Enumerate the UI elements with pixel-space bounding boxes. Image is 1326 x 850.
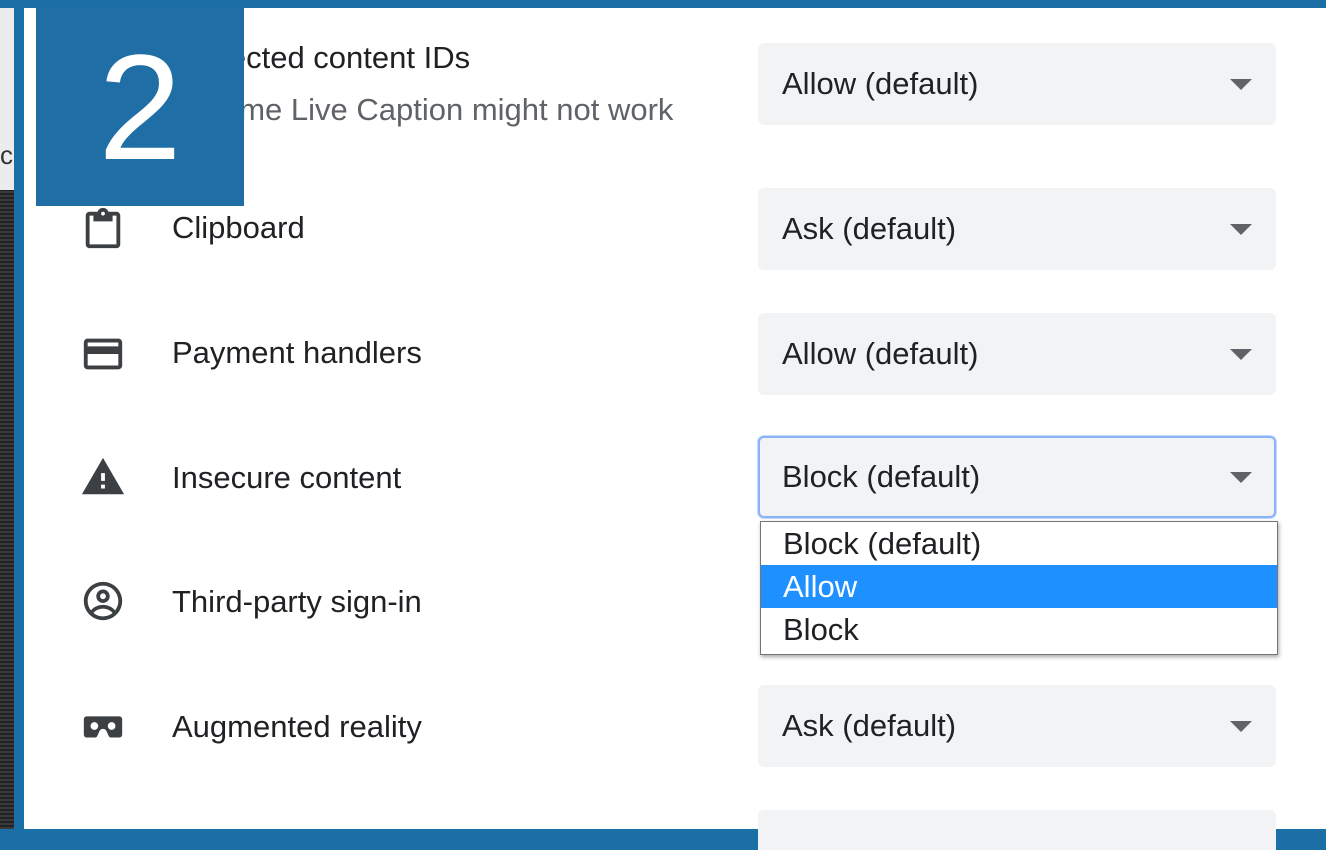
payment-card-icon [80, 331, 126, 377]
setting-row-insecure-content: Insecure content Block (default) [24, 436, 1326, 518]
setting-row-payment-handlers: Payment handlers Allow (default) [24, 313, 1326, 395]
setting-label: Payment handlers [172, 335, 422, 370]
dropdown-arrow-icon [1230, 224, 1252, 235]
background-text-fragment: c [0, 140, 13, 170]
background-window-strip: c [0, 8, 14, 190]
next-setting-select[interactable] [758, 810, 1276, 850]
setting-row-augmented-reality: Augmented reality Ask (default) [24, 685, 1326, 767]
select-value: Allow (default) [782, 336, 979, 371]
setting-label: Augmented reality [172, 709, 422, 744]
setting-sublabel: Chrome Live Caption might not work [172, 92, 674, 127]
select-value: Allow (default) [782, 66, 979, 101]
select-value: Ask (default) [782, 211, 957, 246]
site-settings-panel: 2 Protected content IDs Chrome Live Capt… [24, 8, 1326, 850]
step-number-badge: 2 [36, 8, 244, 206]
augmented-reality-select[interactable]: Ask (default) [758, 685, 1276, 767]
dropdown-arrow-icon [1230, 349, 1252, 360]
window-top-border [0, 0, 1326, 8]
dropdown-arrow-icon [1230, 472, 1252, 483]
select-value: Block (default) [782, 459, 981, 494]
setting-label: Insecure content [172, 460, 402, 495]
account-circle-icon [80, 578, 126, 624]
dropdown-arrow-icon [1230, 79, 1252, 90]
option-allow[interactable]: Allow [761, 565, 1277, 608]
warning-icon [80, 454, 126, 500]
clipboard-icon [80, 206, 126, 252]
background-window-strip-dark [0, 190, 14, 829]
option-block[interactable]: Block [761, 608, 1277, 651]
payment-handlers-select[interactable]: Allow (default) [758, 313, 1276, 395]
dropdown-arrow-icon [1230, 721, 1252, 732]
vr-headset-icon [80, 703, 126, 749]
protected-content-select[interactable]: Allow (default) [758, 43, 1276, 125]
insecure-content-select[interactable]: Block (default) [758, 436, 1276, 518]
option-block-default[interactable]: Block (default) [761, 522, 1277, 565]
insecure-content-options-list: Block (default) Allow Block [760, 521, 1278, 655]
select-value: Ask (default) [782, 708, 957, 743]
clipboard-select[interactable]: Ask (default) [758, 188, 1276, 270]
setting-label: Clipboard [172, 210, 305, 245]
setting-label: Third-party sign-in [172, 584, 422, 619]
